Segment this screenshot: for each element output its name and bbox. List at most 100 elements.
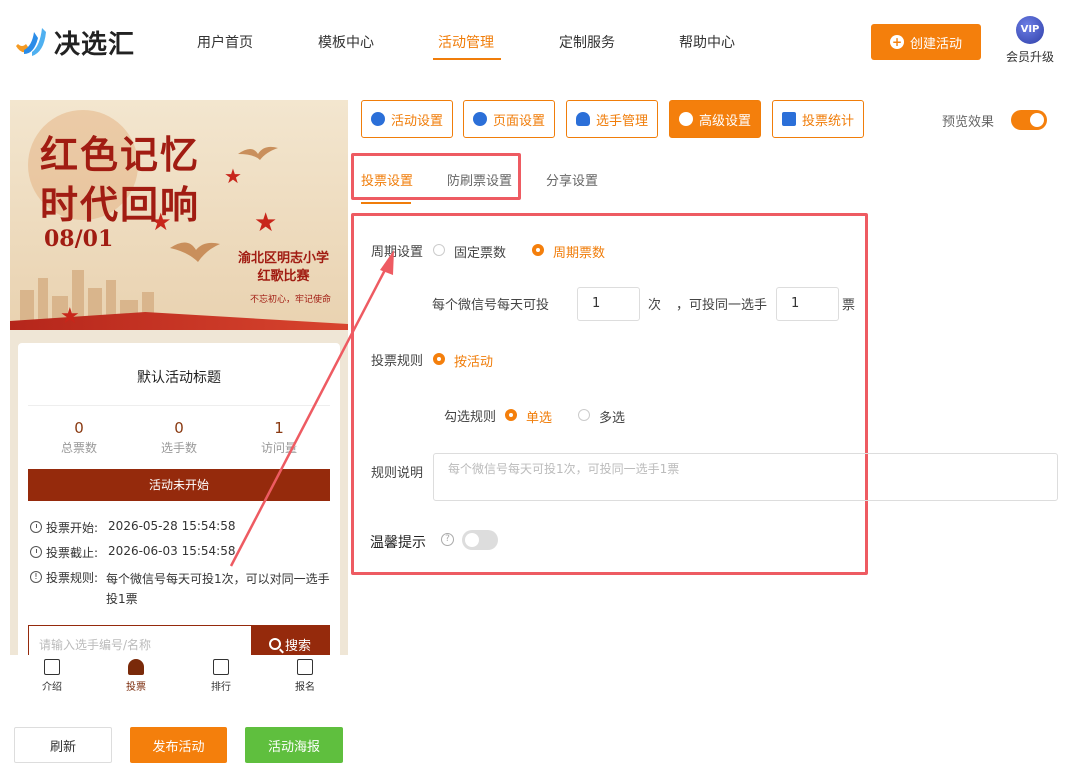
tab-vote[interactable]: 投票 — [106, 659, 166, 693]
activity-info-card: 默认活动标题 0 总票数 0 选手数 1 访问量 活动未开始 投票开始: 202… — [18, 343, 340, 702]
times-per-day-input[interactable]: 1 — [577, 287, 640, 321]
radio-by-activity-label[interactable]: 按活动 — [454, 351, 493, 370]
info-icon: ! — [30, 571, 42, 583]
tab-label: 报名 — [295, 682, 315, 693]
help-icon[interactable]: ? — [441, 533, 454, 546]
vote-rule-line: ! 投票规则: 每个微信号每天可投1次，可以对同一选手投1票 — [30, 569, 330, 609]
radio-single-select[interactable] — [505, 409, 517, 421]
nav-home[interactable]: 用户首页 — [197, 32, 253, 52]
period-setting-label: 周期设置 — [371, 245, 424, 260]
refresh-button[interactable]: 刷新 — [14, 727, 112, 763]
star-icon: ★ — [224, 164, 242, 188]
gears-icon — [678, 112, 693, 126]
users-icon — [575, 112, 590, 126]
activity-poster-button[interactable]: 活动海报 — [245, 727, 343, 763]
brand-logo[interactable]: 决选汇 — [12, 22, 152, 62]
vote-start-value: 2026-05-28 15:54:58 — [108, 519, 236, 533]
bar-chart-icon — [781, 112, 796, 126]
radio-by-activity[interactable] — [433, 353, 445, 365]
brand-logo-icon — [16, 28, 46, 56]
publish-activity-button[interactable]: 发布活动 — [130, 727, 227, 763]
bar-chart-icon — [213, 659, 229, 675]
tab-vote-statistics[interactable]: 投票统计 — [772, 100, 864, 138]
highlight-box-form — [351, 213, 868, 575]
gear-icon — [472, 112, 487, 126]
clock-icon — [30, 521, 42, 533]
subtab-active-indicator — [361, 202, 411, 204]
radio-fixed-votes-label[interactable]: 固定票数 — [454, 242, 506, 261]
tab-label: 页面设置 — [492, 113, 545, 129]
activity-poster: ★ ★ ★ 红色记忆 时代回响 08/01 渝北区明志小学 红歌比赛 不忘初心，… — [10, 100, 348, 330]
tab-activity-settings[interactable]: 活动设置 — [361, 100, 453, 138]
radio-periodic-votes[interactable] — [532, 244, 544, 256]
document-icon — [44, 659, 60, 675]
stat-total-votes: 0 总票数 — [29, 419, 129, 456]
brand-name: 决选汇 — [54, 29, 136, 60]
clock-icon — [30, 546, 42, 558]
stat-label: 总票数 — [60, 441, 97, 455]
tab-page-settings[interactable]: 页面设置 — [463, 100, 555, 138]
tab-label: 活动设置 — [390, 113, 443, 129]
player-search-input[interactable]: 请输入选手编号/名称 — [39, 636, 239, 653]
create-activity-button[interactable]: + 创建活动 — [871, 24, 981, 60]
mobile-tabbar: 介绍 投票 排行 报名 — [10, 655, 348, 703]
radio-multi-select[interactable] — [578, 409, 590, 421]
poster-slogan: 不忘初心，牢记使命 — [250, 295, 332, 305]
nav-templates[interactable]: 模板中心 — [318, 32, 374, 52]
activity-status-bar[interactable]: 活动未开始 — [28, 469, 330, 501]
vote-start-label: 投票开始: — [46, 521, 99, 535]
vip-upgrade[interactable]: VIP 会员升级 — [1004, 16, 1056, 68]
vote-end-value: 2026-06-03 15:54:58 — [108, 544, 236, 558]
tip-label: 温馨提示 — [370, 535, 426, 551]
radio-multi-select-label[interactable]: 多选 — [599, 407, 625, 426]
per-wechat-label: 每个微信号每天可投 — [432, 298, 550, 313]
tab-signup[interactable]: 报名 — [275, 659, 335, 693]
vote-rule-label: 投票规则: — [46, 571, 99, 585]
user-icon — [128, 659, 144, 675]
vip-badge-icon: VIP — [1016, 16, 1044, 44]
tab-label: 高级设置 — [698, 113, 751, 129]
toggle-knob — [465, 533, 479, 547]
tab-label: 介绍 — [42, 682, 62, 693]
tab-advanced-settings[interactable]: 高级设置 — [669, 100, 761, 138]
rule-description-label: 规则说明 — [371, 466, 424, 481]
create-activity-label: 创建活动 — [909, 36, 962, 52]
search-icon — [268, 638, 281, 650]
vote-end-label: 投票截止: — [46, 546, 99, 560]
divider — [28, 405, 330, 406]
poster-date: 08/01 — [44, 226, 114, 252]
vote-start-line: 投票开始: 2026-05-28 15:54:58 — [30, 519, 236, 536]
poster-title-line1: 红色记忆 — [40, 132, 201, 177]
vote-rule-value: 每个微信号每天可投1次，可以对同一选手投1票 — [106, 572, 330, 606]
tab-ranking[interactable]: 排行 — [191, 659, 251, 693]
toggle-knob — [1030, 113, 1044, 127]
preview-effect-toggle[interactable] — [1011, 110, 1047, 130]
votes-per-player-input[interactable]: 1 — [776, 287, 839, 321]
poster-title-line2: 时代回响 — [40, 182, 201, 227]
tab-label: 投票 — [126, 682, 146, 693]
poster-school-line1: 渝北区明志小学 — [238, 251, 330, 266]
nav-help[interactable]: 帮助中心 — [679, 32, 735, 52]
tab-player-management[interactable]: 选手管理 — [566, 100, 658, 138]
subtab-share-settings[interactable]: 分享设置 — [546, 170, 598, 189]
nav-custom-service[interactable]: 定制服务 — [559, 32, 615, 52]
swallow-icon — [238, 146, 278, 160]
mobile-preview: ★ ★ ★ 红色记忆 时代回响 08/01 渝北区明志小学 红歌比赛 不忘初心，… — [10, 100, 348, 702]
radio-periodic-votes-label[interactable]: 周期票数 — [553, 242, 605, 261]
tab-intro[interactable]: 介绍 — [22, 659, 82, 693]
radio-single-select-label[interactable]: 单选 — [526, 407, 552, 426]
radio-fixed-votes[interactable] — [433, 244, 445, 256]
stat-value: 1 — [274, 419, 284, 437]
nav-activity-management[interactable]: 活动管理 — [438, 32, 494, 52]
star-circle-icon — [370, 112, 385, 126]
tip-toggle[interactable] — [462, 530, 498, 550]
search-button-label: 搜索 — [284, 638, 311, 654]
rule-description-textarea[interactable]: 每个微信号每天可投1次，可投同一选手1票 — [433, 453, 1058, 501]
tab-label: 投票统计 — [801, 113, 854, 129]
preview-effect-label: 预览效果 — [942, 115, 995, 130]
poster-school: 渝北区明志小学 红歌比赛 — [238, 250, 329, 286]
poster-school-line2: 红歌比赛 — [257, 269, 310, 284]
stat-visits: 1 访问量 — [229, 419, 329, 456]
stat-value: 0 — [74, 419, 84, 437]
star-icon: ★ — [60, 304, 80, 329]
